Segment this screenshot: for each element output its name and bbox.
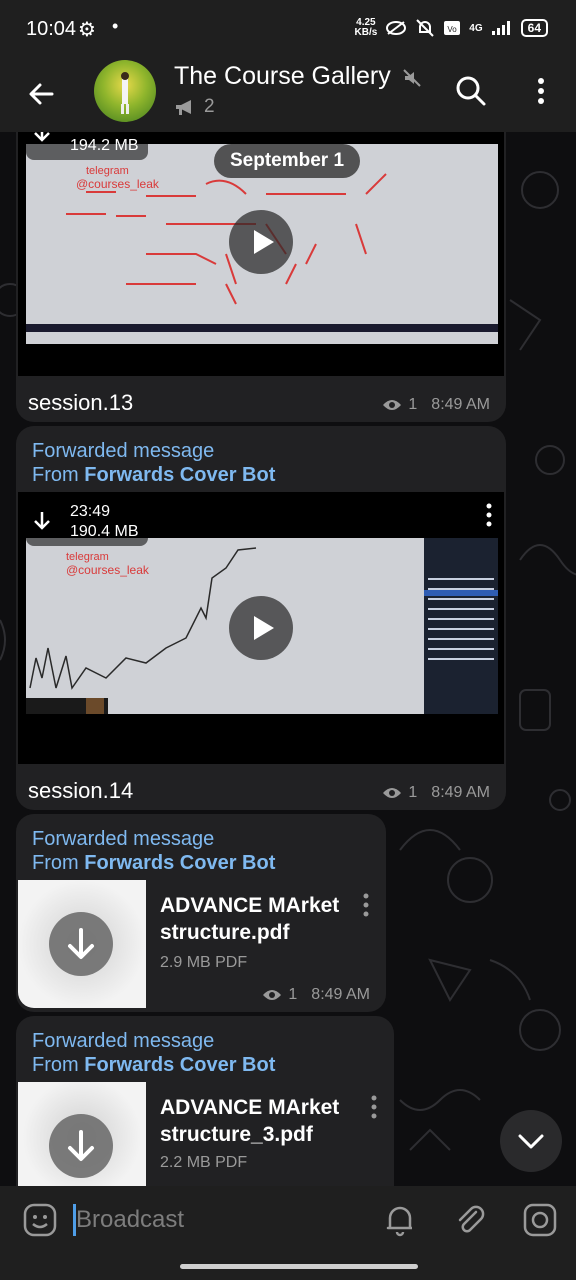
document-menu-icon[interactable]: [370, 1094, 378, 1120]
views-eye-icon: [383, 400, 402, 410]
message-time: 8:49 AM: [431, 784, 490, 801]
document-name: ADVANCE MArket structure_3.pdf: [160, 1094, 339, 1148]
camera-icon[interactable]: [522, 1202, 558, 1238]
search-icon[interactable]: [452, 72, 490, 110]
forwarded-from[interactable]: From Forwards Cover Bot: [32, 852, 275, 875]
channel-title[interactable]: The Course Gallery: [174, 62, 396, 91]
network-type: 4G: [469, 22, 483, 34]
svg-text:Vo: Vo: [448, 25, 458, 34]
message-video-session-14[interactable]: Forwarded message From Forwards Cover Bo…: [16, 426, 506, 810]
network-speed-unit: KB/s: [354, 27, 378, 38]
watermark-line1: telegram: [66, 551, 109, 563]
download-button[interactable]: [49, 1114, 113, 1178]
video-caption: session.13: [28, 390, 134, 415]
muted-speaker-icon: [403, 69, 421, 87]
from-name[interactable]: Forwards Cover Bot: [84, 464, 275, 486]
from-name[interactable]: Forwards Cover Bot: [84, 1054, 275, 1076]
document-thumbnail[interactable]: [18, 1082, 146, 1192]
status-bar: 10:04 ⚙ • 4.25 KB/s Vo 4G 64: [0, 0, 576, 60]
video-menu-icon[interactable]: [484, 502, 494, 528]
network-speed: 4.25 KB/s: [355, 18, 378, 38]
document-size: 2.9 MB PDF: [160, 954, 248, 971]
document-menu-icon[interactable]: [362, 892, 370, 918]
views-eye-icon: [383, 788, 402, 798]
chat-header: The Course Gallery 2: [0, 60, 576, 132]
document-name-line1: ADVANCE MArket: [160, 1096, 340, 1119]
megaphone-icon: [176, 100, 191, 115]
play-button[interactable]: [229, 596, 293, 660]
views-eye-icon: [263, 990, 282, 1000]
sticker-emoji-icon[interactable]: [22, 1202, 58, 1238]
forwarded-label: Forwarded message: [32, 440, 215, 462]
message-time: 8:49 AM: [311, 986, 370, 1003]
status-time: 10:04: [26, 18, 77, 40]
download-arrow-icon[interactable]: [30, 510, 54, 534]
text-caret: [73, 1204, 76, 1236]
document-thumbnail[interactable]: [18, 880, 146, 1008]
message-time: 8:49 AM: [431, 396, 490, 413]
settings-gear-icon: ⚙: [78, 19, 96, 41]
notification-bell-icon[interactable]: [382, 1202, 418, 1238]
watermark-line1: telegram: [86, 165, 129, 177]
battery-level: 64: [520, 19, 548, 37]
forwarded-label: Forwarded message: [32, 828, 215, 850]
channel-subtitle: 2: [174, 96, 215, 118]
forwarded-from[interactable]: From Forwards Cover Bot: [32, 1054, 275, 1077]
mute-bell-icon: [416, 19, 435, 37]
back-arrow-icon[interactable]: [22, 74, 62, 114]
from-name[interactable]: Forwards Cover Bot: [84, 852, 275, 874]
view-count: 1: [408, 396, 418, 413]
channel-avatar[interactable]: [94, 60, 156, 122]
document-name-line2: structure.pdf: [160, 921, 290, 944]
video-caption: session.14: [28, 778, 134, 803]
video-player[interactable]: telegram @courses_leak 23:49 190.4 MB: [18, 492, 504, 764]
view-count: 1: [408, 784, 418, 801]
from-prefix: From: [32, 852, 79, 874]
hotspot-icon: [386, 21, 407, 35]
message-meta: 1 8:49 AM: [262, 986, 370, 1004]
document-size: 2.2 MB PDF: [160, 1154, 248, 1171]
message-document[interactable]: Forwarded message From Forwards Cover Bo…: [16, 1016, 394, 1206]
watermark-line2: @courses_leak: [76, 177, 160, 191]
download-button[interactable]: [49, 912, 113, 976]
broadcast-input[interactable]: [72, 1200, 362, 1240]
message-composer: [0, 1186, 576, 1280]
video-size: 190.4 MB: [70, 523, 139, 540]
scroll-down-button[interactable]: [500, 1110, 562, 1172]
forwarded-label: Forwarded message: [32, 1030, 215, 1052]
from-prefix: From: [32, 1054, 79, 1076]
document-name-line1: ADVANCE MArket: [160, 894, 340, 917]
attach-paperclip-icon[interactable]: [452, 1202, 488, 1238]
message-meta: 1 8:49 AM: [382, 784, 490, 802]
from-prefix: From: [32, 464, 79, 486]
view-count: 1: [288, 986, 298, 1003]
video-size: 194.2 MB: [70, 137, 139, 154]
download-arrow-icon: [68, 1130, 94, 1161]
download-arrow-icon: [68, 928, 94, 959]
status-indicators: 4.25 KB/s Vo 4G 64: [355, 18, 548, 38]
message-document[interactable]: Forwarded message From Forwards Cover Bo…: [16, 814, 386, 1012]
home-indicator[interactable]: [180, 1264, 418, 1269]
subscriber-count: 2: [204, 96, 215, 117]
message-meta: 1 8:49 AM: [382, 396, 490, 414]
signal-icon: [491, 21, 510, 35]
volte-icon: Vo: [444, 21, 461, 35]
more-options-icon[interactable]: [526, 72, 556, 110]
chevron-down-icon: [518, 1134, 544, 1149]
document-name: ADVANCE MArket structure.pdf: [160, 892, 339, 946]
play-button[interactable]: [229, 210, 293, 274]
watermark-line2: @courses_leak: [66, 563, 150, 577]
video-duration: 23:49: [70, 503, 111, 520]
forwarded-from[interactable]: From Forwards Cover Bot: [32, 464, 275, 487]
notification-dot-icon: •: [112, 16, 119, 36]
document-name-line2: structure_3.pdf: [160, 1123, 313, 1146]
date-separator: September 1: [214, 144, 360, 178]
